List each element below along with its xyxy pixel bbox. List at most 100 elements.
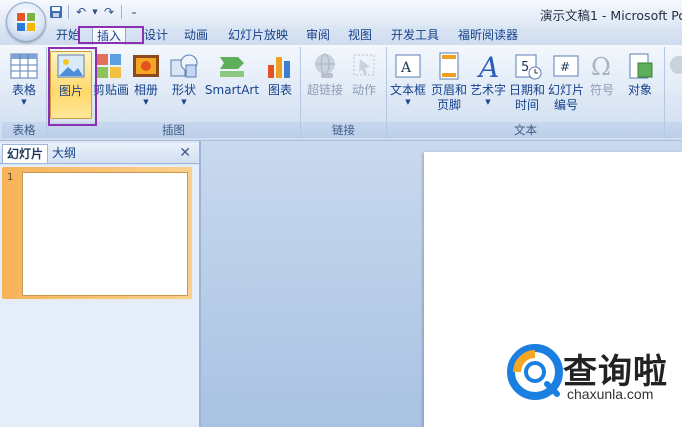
hyperlink-button[interactable]: 超链接: [305, 51, 345, 119]
calendar-icon: 5: [515, 54, 542, 80]
office-button[interactable]: [6, 2, 46, 42]
hyperlink-button-label: 超链接: [306, 83, 343, 97]
photo-album-button[interactable]: 相册 ▼: [129, 51, 163, 119]
object-icon: [629, 53, 653, 79]
dropdown-arrow-icon: ▼: [181, 98, 187, 106]
textbox-button[interactable]: A 文本框 ▼: [389, 51, 427, 119]
tab-foxit-reader[interactable]: 福昕阅读器: [454, 27, 522, 44]
symbol-button-label: 符号: [589, 83, 614, 97]
undo-icon[interactable]: ↶: [73, 4, 89, 20]
group-illustrations-label: 插图: [47, 122, 300, 138]
dropdown-arrow-icon[interactable]: ▼: [91, 4, 99, 20]
tab-home[interactable]: 开始: [52, 27, 84, 44]
ribbon: 表格 ▼ 表格 图片 剪贴画 相册 ▼ 形状 ▼ SmartArt 图表 插图 …: [0, 45, 682, 141]
tab-slides[interactable]: 幻灯片: [2, 144, 49, 163]
shapes-button[interactable]: 形状 ▼: [167, 51, 201, 119]
slide-number-label-line1: 幻灯片: [547, 83, 584, 97]
datetime-label-line1: 日期和: [508, 83, 545, 97]
table-icon: [10, 53, 38, 79]
group-text-label: 文本: [387, 122, 664, 138]
group-table: 表格 ▼ 表格: [2, 47, 47, 138]
group-illustrations: 图片 剪贴画 相册 ▼ 形状 ▼ SmartArt 图表 插图: [47, 47, 301, 138]
document-title: 演示文稿1 - Microsoft Po: [540, 8, 682, 23]
symbol-button[interactable]: Ω 符号: [585, 51, 619, 119]
media-button-clipped[interactable]: [667, 51, 682, 119]
clipart-icon: [97, 54, 121, 78]
tab-view[interactable]: 视图: [344, 27, 376, 44]
chart-button-label: 图表: [267, 83, 292, 97]
toolbar-separator: [68, 5, 69, 19]
chart-icon: [268, 57, 290, 78]
omega-icon: Ω: [591, 53, 611, 81]
slide-thumbnail-item[interactable]: 1: [2, 167, 192, 299]
header-footer-label-line1: 页眉和: [430, 83, 467, 97]
slide-number-label-line2: 编号: [553, 98, 578, 112]
close-icon[interactable]: ✕: [179, 145, 191, 161]
dropdown-arrow-icon: ▼: [143, 98, 149, 106]
tab-developer[interactable]: 开发工具: [387, 27, 443, 44]
watermark-domain-text: chaxunla.com: [567, 386, 654, 402]
header-footer-label-line2: 页脚: [436, 98, 461, 112]
slide-number-button[interactable]: # 幻灯片 编号: [547, 51, 585, 119]
wordart-icon: A: [476, 51, 499, 81]
toolbar-separator: [121, 5, 122, 19]
datetime-label-line2: 时间: [514, 98, 539, 112]
clipart-button[interactable]: 剪贴画: [93, 51, 129, 119]
media-icon: [670, 56, 682, 74]
slides-panel: 幻灯片 大纲 ✕ 1: [0, 141, 201, 427]
chaxunla-logo-icon: [507, 344, 563, 400]
picture-button[interactable]: 图片: [50, 51, 92, 119]
action-icon: [353, 54, 375, 76]
header-footer-icon: [439, 52, 459, 80]
smartart-button-label: SmartArt: [204, 83, 260, 97]
tab-slideshow[interactable]: 幻灯片放映: [224, 27, 292, 44]
tab-insert[interactable]: 插入: [92, 26, 127, 46]
dropdown-arrow-icon: ▼: [405, 98, 411, 106]
datetime-button[interactable]: 5 日期和 时间: [507, 51, 547, 119]
hyperlink-icon: [315, 53, 335, 78]
watermark: 查询啦 chaxunla.com: [505, 342, 681, 412]
smartart-button[interactable]: SmartArt: [203, 51, 261, 119]
shapes-icon: [170, 54, 198, 78]
save-icon[interactable]: [48, 4, 64, 20]
slide-thumbnail-list: 1: [0, 165, 199, 427]
textbox-icon: A: [395, 54, 421, 78]
slide-thumbnail[interactable]: [22, 172, 188, 296]
photo-album-icon: [133, 55, 159, 77]
picture-icon: [57, 54, 85, 78]
object-button[interactable]: 对象: [621, 51, 659, 119]
quick-access-toolbar: ↶ ▼ ↷ ₌: [48, 3, 142, 21]
customize-qat-icon[interactable]: ₌: [126, 4, 142, 20]
action-button-label: 动作: [351, 83, 376, 97]
tab-design[interactable]: 设计: [140, 27, 172, 44]
ribbon-tab-bar: 开始 插入 设计 动画 幻灯片放映 审阅 视图 开发工具 福昕阅读器: [0, 26, 682, 46]
group-text: A 文本框 ▼ 页眉和 页脚 A 艺术字 ▼ 5 日期和 时间 # 幻灯片 编号…: [387, 47, 665, 138]
shapes-button-label: 形状: [171, 83, 196, 97]
dropdown-arrow-icon: ▼: [485, 98, 491, 106]
tab-outline[interactable]: 大纲: [48, 144, 80, 162]
table-button-label: 表格: [11, 83, 36, 97]
svg-text:A: A: [400, 60, 412, 76]
group-media-clipped: [665, 47, 682, 138]
slide-number-icon: #: [553, 55, 579, 77]
wordart-button[interactable]: A 艺术字 ▼: [469, 51, 507, 119]
svg-text:5: 5: [521, 60, 529, 75]
group-table-label: 表格: [2, 122, 46, 138]
group-links: 超链接 动作 链接: [301, 47, 387, 138]
svg-text:Ω: Ω: [591, 53, 611, 81]
group-links-label: 链接: [301, 122, 386, 138]
table-button[interactable]: 表格 ▼: [4, 51, 44, 119]
slides-panel-tabs: 幻灯片 大纲 ✕: [0, 143, 199, 164]
photo-album-button-label: 相册: [133, 83, 158, 97]
tab-animations[interactable]: 动画: [180, 27, 212, 44]
action-button[interactable]: 动作: [347, 51, 381, 119]
textbox-button-label: 文本框: [389, 83, 426, 97]
group-media-label: [665, 122, 682, 138]
office-logo-icon: [17, 13, 35, 31]
tab-review[interactable]: 审阅: [302, 27, 334, 44]
wordart-button-label: 艺术字: [469, 83, 506, 97]
chart-button[interactable]: 图表: [263, 51, 297, 119]
redo-icon[interactable]: ↷: [101, 4, 117, 20]
header-footer-button[interactable]: 页眉和 页脚: [429, 51, 469, 119]
picture-button-label: 图片: [58, 84, 83, 98]
